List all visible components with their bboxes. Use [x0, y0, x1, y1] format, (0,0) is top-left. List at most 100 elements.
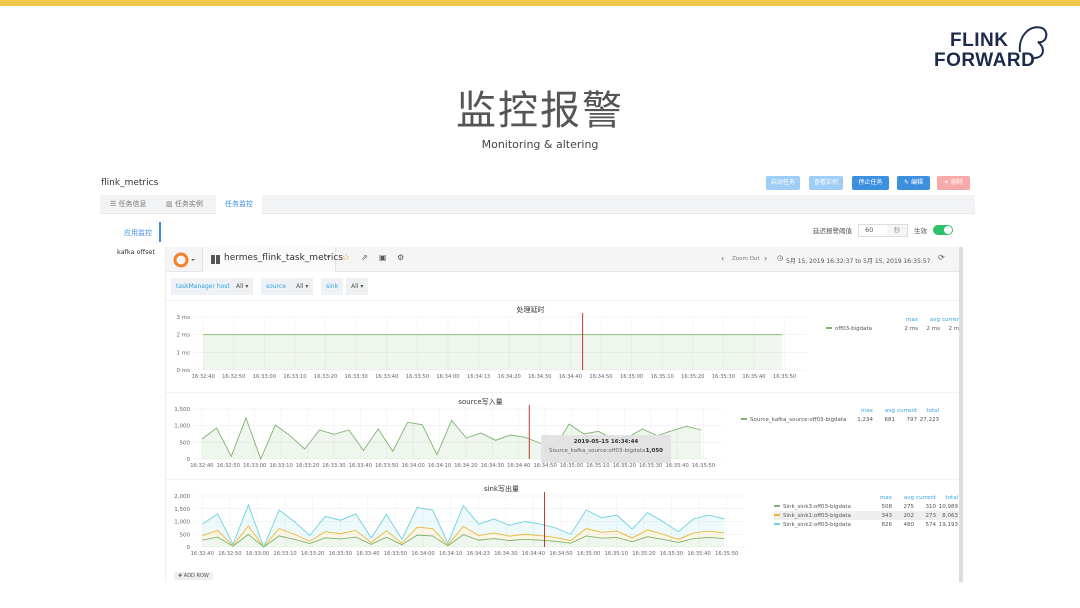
star-icon[interactable]: ☆	[342, 253, 350, 263]
enable-label: 生效	[914, 227, 927, 235]
add-row-button[interactable]: ✚ ADD ROW	[174, 572, 213, 580]
x-tick-label: 16:33:40	[356, 551, 379, 557]
x-tick-label: 16:32:50	[222, 374, 245, 380]
var-select-source[interactable]: All ▾	[291, 278, 314, 295]
dashboard-picker[interactable]: hermes_flink_task_metrics ▾	[202, 247, 343, 272]
tab-task-instances[interactable]: ▥ 任务实例	[160, 195, 209, 214]
legend-col-header: max	[861, 407, 873, 414]
flink-forward-logo: FLINK FORWARD	[930, 22, 1050, 72]
var-select-sink[interactable]: All ▾	[346, 278, 369, 295]
clock-icon: ◷	[777, 254, 784, 262]
button-label: 启动任务	[770, 179, 795, 186]
x-tick-label: 16:33:00	[246, 551, 269, 557]
x-tick-label: 16:32:50	[218, 551, 241, 557]
threshold-unit: 秒	[887, 224, 907, 236]
x-tick-label: 16:34:50	[533, 463, 556, 469]
chevron-left-icon[interactable]: ‹	[721, 254, 724, 263]
legend-item[interactable]: Source_kafka_source:off03-bigdata 1,234 68…	[741, 415, 939, 424]
legend-avg: 480	[903, 521, 915, 528]
delete-button[interactable]: ✕ 删除	[937, 176, 970, 190]
var-select-taskmanager-host[interactable]: All ▾	[231, 278, 254, 295]
time-range-picker[interactable]: 5月 15, 2019 16:32:37 to 5月 15, 2019 16:3…	[786, 256, 930, 265]
x-tick-label: 16:34:30	[494, 551, 517, 557]
legend-avg: 202	[903, 512, 915, 519]
legend-series-name: Sink_sink2:off03-bigdata	[783, 521, 851, 528]
sidebar-item-kafka-offset[interactable]: kafka offset	[117, 248, 155, 256]
legend-series-name: Source_kafka_source:off03-bigdata	[750, 416, 847, 423]
legend-current: 310	[925, 503, 937, 510]
tab-task-info[interactable]: ☰ 任务信息	[104, 195, 153, 214]
threshold-label: 延迟报警阈值	[813, 227, 852, 235]
threshold-input[interactable]: 60 秒	[858, 223, 908, 237]
grafana-logo-icon[interactable]	[173, 252, 197, 268]
y-tick-label: 1,500	[174, 507, 190, 513]
y-tick-label: 1,000	[174, 424, 190, 430]
x-tick-label: 16:32:40	[190, 463, 213, 469]
y-tick-label: 2,000	[174, 494, 190, 500]
button-label: ✎ 编辑	[904, 179, 923, 186]
x-tick-label: 16:34:20	[498, 374, 521, 380]
y-tick-label: 1,500	[174, 407, 190, 413]
panel-processing-latency: 处理延时 0 ms 1 ms 2 ms 3 ms 16:32:40 16:32:50 16:…	[166, 300, 962, 390]
legend-current: 797	[906, 416, 918, 423]
legend-item[interactable]: off03-bigdata 2 ms 2 ms 2 ms	[826, 324, 962, 333]
legend-item[interactable]: Sink_sink2:off03-bigdata 826 480 574 19,193	[774, 520, 958, 529]
squirrel-icon	[1018, 26, 1048, 59]
legend-max: 2 ms	[904, 325, 918, 332]
y-tick-label: 500	[180, 532, 191, 538]
legend-max: 1,234	[857, 416, 873, 423]
x-tick-label: 16:34:10	[439, 551, 462, 557]
x-tick-label: 16:32:50	[217, 463, 240, 469]
x-tick-label: 16:35:00	[620, 374, 643, 380]
legend-col-header: total	[945, 494, 958, 501]
x-tick-label: 16:32:40	[192, 374, 215, 380]
button-label: ✕ 删除	[944, 179, 963, 186]
legend-swatch	[774, 505, 780, 507]
x-tick-label: 16:33:30	[329, 551, 352, 557]
stop-task-button[interactable]: 停止任务	[852, 176, 889, 190]
x-tick-label: 16:33:00	[253, 374, 276, 380]
logo-line-1: FLINK	[950, 30, 1009, 51]
x-tick-label: 16:35:20	[613, 463, 636, 469]
legend-total: 10,989	[938, 503, 958, 510]
x-tick-label: 16:34:10	[428, 463, 451, 469]
x-tick-label: 16:34:23	[467, 551, 490, 557]
scrollbar[interactable]	[959, 247, 963, 582]
button-label: 停止任务	[858, 179, 883, 186]
view-instance-button[interactable]: 查看实例	[809, 176, 843, 190]
legend-col-header: avg	[903, 494, 914, 501]
sidebar-item-app-monitoring[interactable]: 应用监控	[124, 228, 152, 238]
edit-button[interactable]: ✎ 编辑	[897, 176, 930, 190]
x-tick-label: 16:33:10	[283, 374, 306, 380]
enable-toggle[interactable]	[933, 225, 953, 235]
x-tick-label: 16:33:20	[296, 463, 319, 469]
x-tick-label: 16:34:50	[589, 374, 612, 380]
slide-title: 监控报警	[456, 88, 624, 134]
x-tick-label: 16:34:00	[411, 551, 434, 557]
legend-swatch	[774, 514, 780, 516]
legend-swatch	[774, 523, 780, 525]
chart-sink-write[interactable]: 05001,0001,5002,00016:32:40 16:32:50 16:33…	[166, 492, 756, 562]
legend-item[interactable]: Sink_sink3:off03-bigdata 508 275 310 10,989	[774, 502, 958, 511]
legend-series-name: Sink_sink3:off03-bigdata	[783, 503, 851, 510]
start-task-button[interactable]: 启动任务	[766, 176, 800, 190]
x-tick-label: 16:34:40	[522, 551, 545, 557]
legend-current: 273	[925, 512, 937, 519]
chart-processing-latency[interactable]: 0 ms 1 ms 2 ms 3 ms 16:32:40 16:32:50 16:33:00…	[166, 313, 816, 383]
legend-current: 574	[925, 521, 937, 528]
refresh-icon[interactable]: ⟳	[938, 253, 945, 262]
settings-gear-icon[interactable]: ⚙	[397, 253, 404, 262]
app-screenshot: flink_metrics 启动任务 查看实例 停止任务 ✎ 编辑 ✕ 删除 ☰…	[100, 172, 975, 582]
tab-task-monitoring[interactable]: 任务监控	[216, 195, 262, 214]
x-tick-label: 16:34:00	[436, 374, 459, 380]
x-tick-label: 16:35:30	[639, 463, 662, 469]
save-icon[interactable]: ▣	[379, 253, 387, 262]
x-tick-label: 16:35:50	[773, 374, 796, 380]
legend-max: 826	[881, 521, 893, 528]
x-tick-label: 16:33:30	[322, 463, 345, 469]
chevron-right-icon[interactable]: ›	[764, 254, 767, 263]
share-icon[interactable]: ⇗	[361, 253, 368, 262]
legend-item[interactable]: Sink_sink1:off03-bigdata 343 202 273 8,063	[774, 511, 958, 520]
zoom-out-button[interactable]: Zoom Out	[732, 256, 760, 262]
legend-total: 19,193	[938, 521, 958, 528]
